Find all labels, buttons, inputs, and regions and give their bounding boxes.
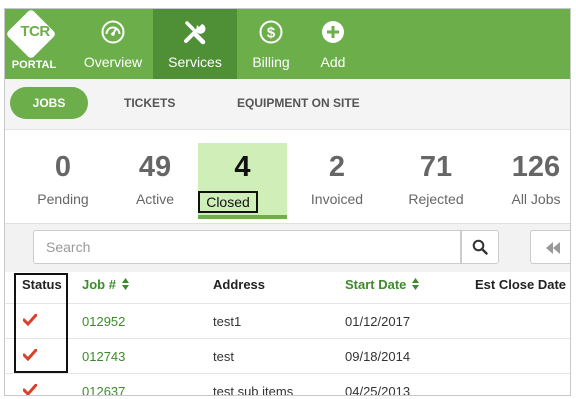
stat-label: Invoiced (310, 191, 364, 207)
job-number-link[interactable]: 012637 (82, 384, 125, 395)
tools-icon (182, 19, 208, 48)
nav-billing-label: Billing (252, 54, 290, 70)
search-input[interactable]: Search (33, 230, 461, 264)
nav-overview[interactable]: Overview (69, 9, 157, 79)
address-cell: test (213, 349, 234, 364)
nav-add[interactable]: Add (305, 9, 361, 79)
stat-label: Active (135, 191, 175, 207)
address-cell: test sub items (213, 384, 294, 396)
search-icon (472, 239, 488, 260)
nav-services-label: Services (168, 54, 222, 70)
column-header-job-label: Job # (82, 277, 116, 292)
top-nav: TCR PORTAL Overview Services $ Billing A… (5, 9, 570, 79)
table-row[interactable]: 012637 test sub items 04/25/2013 (5, 373, 570, 396)
stat-label: Rejected (408, 191, 464, 207)
sub-tabs: JOBS TICKETS EQUIPMENT ON SITE (5, 79, 570, 130)
stat-label: Closed (198, 191, 258, 213)
stat-value: 126 (511, 151, 561, 183)
address-cell: test1 (213, 314, 242, 329)
stat-value: 49 (138, 151, 172, 183)
stat-label: Pending (37, 191, 89, 207)
tab-tickets[interactable]: TICKETS (124, 87, 175, 119)
job-number-link[interactable]: 012743 (82, 349, 125, 364)
column-header-address: Address (213, 277, 266, 292)
stat-rejected[interactable]: 71 Rejected (394, 143, 478, 219)
first-page-button[interactable] (530, 230, 570, 264)
gauge-icon (100, 19, 126, 48)
search-button[interactable] (461, 230, 499, 264)
column-header-job[interactable]: Job # (82, 277, 129, 293)
nav-services[interactable]: Services (153, 9, 237, 79)
stat-value: 4 (234, 151, 251, 183)
nav-billing[interactable]: $ Billing (239, 9, 303, 79)
stat-value: 0 (54, 151, 72, 183)
logo-text: TCR (20, 23, 50, 40)
app-frame: TCR PORTAL Overview Services $ Billing A… (4, 8, 571, 396)
start-date-cell: 09/18/2014 (345, 349, 411, 364)
tab-jobs[interactable]: JOBS (10, 87, 88, 119)
stat-label: All Jobs (511, 191, 561, 207)
nav-overview-label: Overview (83, 54, 143, 70)
stat-value: 2 (328, 151, 346, 183)
sort-icon (412, 278, 420, 293)
column-header-start-date-label: Start Date (345, 277, 407, 292)
tab-equipment-on-site[interactable]: EQUIPMENT ON SITE (237, 87, 360, 119)
logo[interactable]: TCR PORTAL (5, 9, 69, 79)
table-row[interactable]: 012952 test1 01/12/2017 (5, 303, 570, 338)
job-number-link[interactable]: 012952 (82, 314, 125, 329)
stat-active[interactable]: 49 Active (115, 143, 195, 219)
status-column-highlight (14, 273, 68, 373)
stat-value: 71 (419, 151, 453, 183)
column-header-start-date[interactable]: Start Date (345, 277, 420, 293)
sort-icon (121, 278, 129, 293)
table-row[interactable]: 012743 test 09/18/2014 (5, 338, 570, 373)
logo-subtitle: PORTAL (11, 59, 57, 71)
column-header-est-close-date: Est Close Date (475, 277, 567, 292)
nav-add-label: Add (320, 54, 346, 70)
start-date-cell: 04/25/2013 (345, 384, 411, 396)
start-date-cell: 01/12/2017 (345, 314, 411, 329)
stat-closed[interactable]: 4 Closed (198, 143, 287, 219)
stat-invoiced[interactable]: 2 Invoiced (295, 143, 379, 219)
stat-all-jobs[interactable]: 126 All Jobs (495, 143, 570, 219)
svg-text:$: $ (267, 25, 276, 42)
stat-pending[interactable]: 0 Pending (20, 143, 106, 219)
dollar-icon: $ (258, 19, 284, 48)
double-chevron-left-icon (545, 241, 561, 260)
check-icon (22, 383, 38, 395)
plus-circle-icon (320, 19, 346, 48)
